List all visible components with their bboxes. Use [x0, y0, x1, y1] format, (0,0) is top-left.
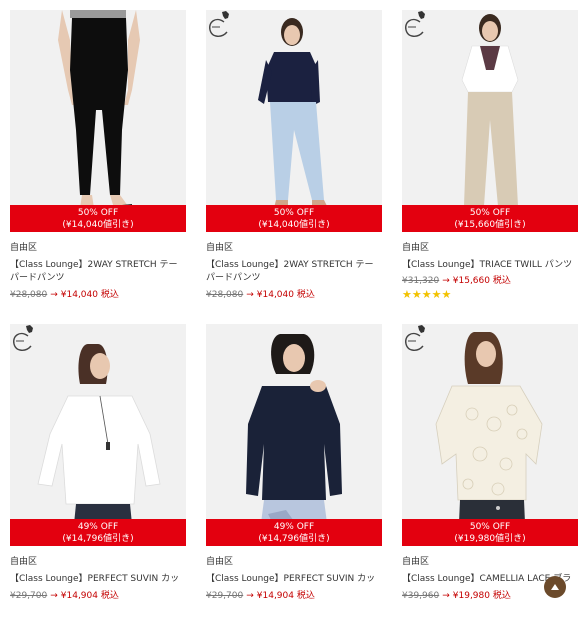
- discount-percent: 49% OFF: [273, 522, 315, 532]
- price-arrow: →: [442, 276, 450, 286]
- original-price: ¥28,080: [206, 290, 244, 300]
- original-price: ¥31,320: [402, 276, 440, 286]
- product-card[interactable]: 50% OFF (¥15,660値引き) 自由区 【Class Lounge】T…: [402, 10, 578, 310]
- discount-badge: 50% OFF (¥15,660値引き): [402, 205, 578, 232]
- discount-percent: 49% OFF: [77, 522, 119, 532]
- discount-amount: (¥14,040値引き): [62, 220, 134, 230]
- discount-badge: 49% OFF (¥14,796値引き): [10, 519, 186, 546]
- discount-percent: 50% OFF: [469, 208, 511, 218]
- product-image[interactable]: 50% OFF (¥14,040値引き): [10, 10, 186, 232]
- discount-amount: (¥14,796値引き): [62, 534, 134, 544]
- chevron-up-icon: [551, 584, 559, 590]
- rating-stars: ★★★★★: [402, 288, 452, 301]
- price-arrow: →: [50, 290, 58, 300]
- model-photo: [10, 10, 186, 232]
- sale-price: ¥15,660 税込: [452, 276, 511, 286]
- product-brand[interactable]: 自由区: [206, 554, 382, 568]
- price-arrow: →: [246, 290, 254, 300]
- product-name[interactable]: 【Class Lounge】2WAY STRETCH テーパードパンツ: [10, 259, 186, 285]
- discount-percent: 50% OFF: [469, 522, 511, 532]
- product-price: ¥28,080 → ¥14,040 税込: [206, 287, 382, 301]
- product-brand[interactable]: 自由区: [10, 240, 186, 254]
- product-grid: 50% OFF (¥14,040値引き) 自由区 【Class Lounge】2…: [10, 10, 578, 624]
- discount-amount: (¥19,980値引き): [454, 534, 526, 544]
- discount-badge: 50% OFF (¥14,040値引き): [206, 205, 382, 232]
- model-photo: [402, 10, 578, 232]
- model-photo: [206, 324, 382, 546]
- product-card[interactable]: 50% OFF (¥14,040値引き) 自由区 【Class Lounge】2…: [206, 10, 382, 310]
- product-card[interactable]: 50% OFF (¥14,040値引き) 自由区 【Class Lounge】2…: [10, 10, 186, 310]
- model-photo: [402, 324, 578, 546]
- model-photo: [10, 324, 186, 546]
- class-lounge-c-logo-icon: [405, 11, 425, 37]
- product-price: ¥28,080 → ¥14,040 税込: [10, 287, 186, 301]
- discount-amount: (¥14,040値引き): [258, 220, 330, 230]
- discount-badge: 49% OFF (¥14,796値引き): [206, 519, 382, 546]
- product-name[interactable]: 【Class Lounge】2WAY STRETCH テーパードパンツ: [206, 259, 382, 285]
- product-image[interactable]: 49% OFF (¥14,796値引き): [206, 324, 382, 546]
- discount-percent: 50% OFF: [273, 208, 315, 218]
- discount-badge: 50% OFF (¥14,040値引き): [10, 205, 186, 232]
- original-price: ¥28,080: [10, 290, 48, 300]
- product-name[interactable]: 【Class Lounge】PERFECT SUVIN カットソー: [206, 573, 382, 586]
- product-name[interactable]: 【Class Lounge】PERFECT SUVIN カットソー: [10, 573, 186, 586]
- product-image[interactable]: 49% OFF (¥14,796値引き): [10, 324, 186, 546]
- product-image[interactable]: 50% OFF (¥14,040値引き): [206, 10, 382, 232]
- product-brand[interactable]: 自由区: [402, 554, 578, 568]
- product-image[interactable]: 50% OFF (¥15,660値引き): [402, 10, 578, 232]
- product-brand[interactable]: 自由区: [10, 554, 186, 568]
- sale-price: ¥14,040 税込: [256, 290, 315, 300]
- product-brand[interactable]: 自由区: [402, 240, 578, 254]
- product-brand[interactable]: 自由区: [206, 240, 382, 254]
- product-name[interactable]: 【Class Lounge】TRIACE TWILL パンツ: [402, 259, 578, 272]
- sale-price: ¥14,040 税込: [60, 290, 119, 300]
- scroll-to-top-button[interactable]: [544, 576, 566, 598]
- discount-amount: (¥15,660値引き): [454, 220, 526, 230]
- product-card[interactable]: 49% OFF (¥14,796値引き) 自由区 【Class Lounge】P…: [10, 324, 186, 624]
- discount-amount: (¥14,796値引き): [258, 534, 330, 544]
- product-image[interactable]: 50% OFF (¥19,980値引き): [402, 324, 578, 546]
- discount-percent: 50% OFF: [77, 208, 119, 218]
- class-lounge-c-logo-icon: [13, 325, 33, 351]
- class-lounge-c-logo-icon: [405, 325, 425, 351]
- model-photo: [206, 10, 382, 232]
- discount-badge: 50% OFF (¥19,980値引き): [402, 519, 578, 546]
- class-lounge-c-logo-icon: [209, 11, 229, 37]
- product-card[interactable]: 49% OFF (¥14,796値引き) 自由区 【Class Lounge】P…: [206, 324, 382, 624]
- product-price: ¥31,320 → ¥15,660 税込: [402, 273, 578, 287]
